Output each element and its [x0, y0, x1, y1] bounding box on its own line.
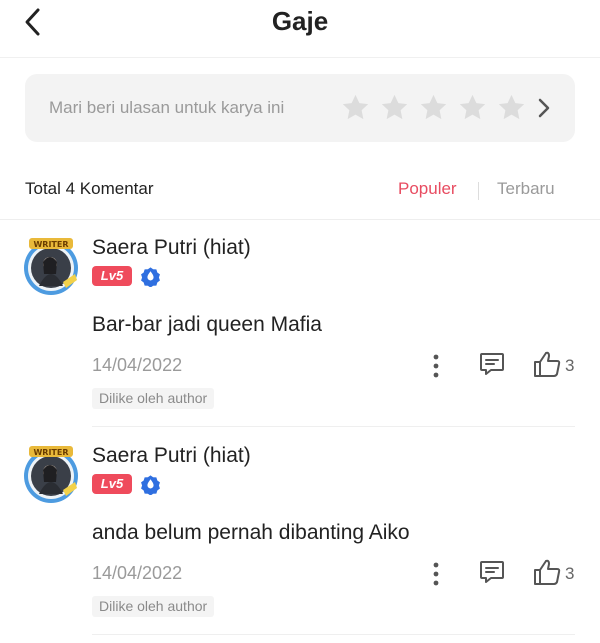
level-badge: Lv5	[92, 474, 132, 494]
liked-by-author-tag: Dilike oleh author	[92, 596, 215, 617]
like-count: 3	[565, 356, 575, 375]
comment-author[interactable]: Saera Putri (hiat)	[92, 444, 251, 468]
comment-count: Total 4 Komentar	[25, 179, 154, 198]
reply-icon[interactable]	[478, 351, 506, 377]
star-icon[interactable]	[417, 92, 450, 124]
star-icon[interactable]	[339, 92, 372, 124]
thumbs-up-icon[interactable]	[532, 350, 562, 378]
comment-divider	[92, 426, 575, 427]
thumbs-up-icon[interactable]	[532, 558, 562, 586]
comment-date: 14/04/2022	[92, 563, 183, 583]
reply-icon[interactable]	[478, 559, 506, 585]
more-options-icon[interactable]	[426, 353, 446, 379]
verified-badge-icon	[141, 475, 160, 495]
liked-by-author-tag: Dilike oleh author	[92, 388, 215, 409]
comment-item: WRITER Saera Putri (hiat) Lv5 anda belum…	[0, 428, 600, 636]
tab-separator	[478, 182, 479, 200]
star-icon[interactable]	[456, 92, 489, 124]
comment-item: WRITER Saera Putri (hiat) Lv5 Bar-bar ja…	[0, 220, 600, 428]
review-prompt-text: Mari beri ulasan untuk karya ini	[49, 98, 285, 117]
more-options-icon[interactable]	[426, 561, 446, 587]
comment-divider	[92, 634, 575, 635]
verified-badge-icon	[141, 267, 160, 287]
star-icon[interactable]	[495, 92, 528, 124]
comment-date: 14/04/2022	[92, 355, 183, 375]
comment-text: Bar-bar jadi queen Mafia	[92, 313, 322, 336]
tab-terbaru[interactable]: Terbaru	[497, 179, 555, 199]
header-divider	[0, 57, 600, 58]
header: Gaje	[0, 0, 600, 50]
chevron-right-icon[interactable]	[537, 98, 551, 118]
comment-text: anda belum pernah dibanting Aiko	[92, 521, 410, 544]
svg-text:WRITER: WRITER	[33, 240, 68, 249]
comment-author[interactable]: Saera Putri (hiat)	[92, 236, 251, 260]
tab-populer[interactable]: Populer	[398, 179, 457, 199]
level-badge: Lv5	[92, 266, 132, 286]
like-count: 3	[565, 564, 575, 583]
page-title: Gaje	[271, 6, 329, 36]
avatar[interactable]: WRITER	[19, 234, 83, 298]
avatar[interactable]: WRITER	[19, 442, 83, 506]
rating-stars[interactable]	[339, 92, 528, 124]
review-prompt-box[interactable]: Mari beri ulasan untuk karya ini	[25, 74, 575, 142]
svg-text:WRITER: WRITER	[33, 448, 68, 457]
star-icon[interactable]	[378, 92, 411, 124]
